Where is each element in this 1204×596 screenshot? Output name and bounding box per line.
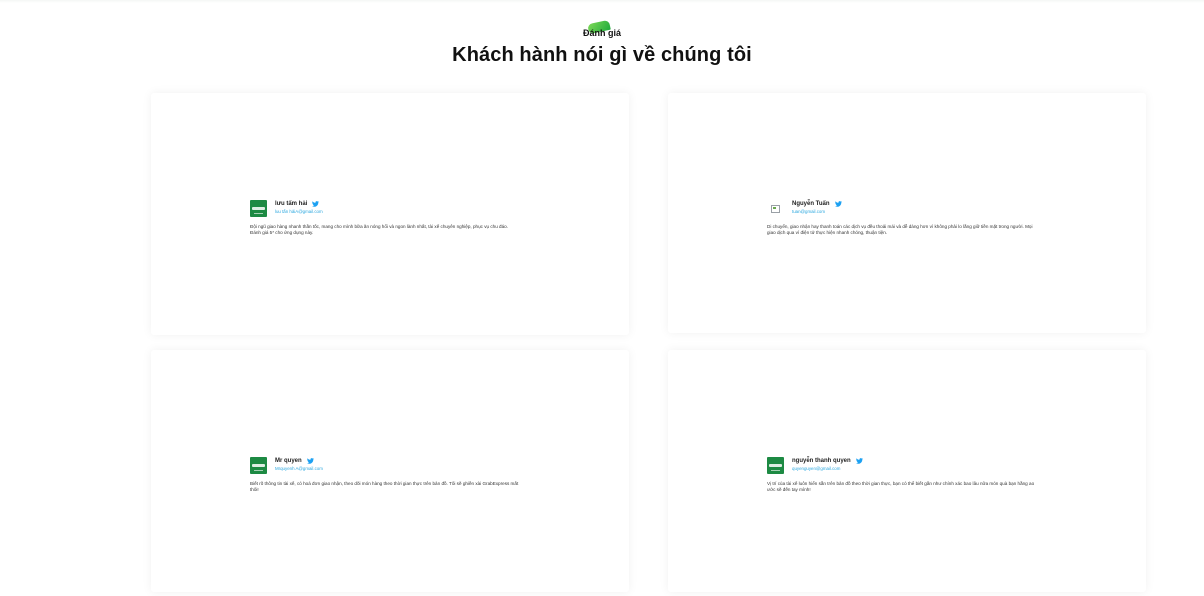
reviewer-name: lưu tấm hải [275, 201, 308, 207]
testimonial-card: Nguyễn Tuấn tuan@gmail.com Di chuyển, gi… [668, 93, 1146, 333]
reviewer-info: lưu tấm hải luu tấn hảiA@gmail.com [275, 200, 323, 214]
brand-logo-icon [767, 457, 784, 474]
reviewer-email: quyenguyen@gmail.com [792, 466, 841, 471]
testimonial-card: lưu tấm hải luu tấn hảiA@gmail.com Đội n… [151, 93, 629, 335]
top-divider [0, 0, 1204, 3]
reviewer: Nguyễn Tuấn tuan@gmail.com [767, 200, 1057, 218]
review-text: Đội ngũ giao hàng nhanh thần tốc, mang c… [250, 224, 508, 235]
testimonials-page: Đánh giá Khách hành nói gì về chúng tôi … [0, 0, 1204, 596]
twitter-icon[interactable] [312, 201, 320, 207]
reviewer-info: Nguyễn Tuấn tuan@gmail.com [792, 200, 842, 214]
review-content: Mr quyen Mrquyenh A@gmail.com Biết rõ th… [250, 457, 540, 492]
twitter-icon[interactable] [306, 458, 314, 464]
section-header: Đánh giá Khách hành nói gì về chúng tôi [0, 19, 1204, 67]
section-tag: Đánh giá [582, 19, 621, 38]
reviewer-name: nguyễn thanh quyen [792, 458, 851, 464]
review-content: lưu tấm hải luu tấn hảiA@gmail.com Đội n… [250, 200, 540, 235]
reviewer: Mr quyen Mrquyenh A@gmail.com [250, 457, 540, 475]
reviewer-email: Mrquyenh A@gmail.com [275, 466, 323, 471]
brand-logo-icon [250, 200, 267, 217]
twitter-icon[interactable] [834, 201, 842, 207]
twitter-icon[interactable] [855, 458, 863, 464]
reviewer-name: Nguyễn Tuấn [792, 201, 830, 207]
review-text: Di chuyển, giao nhận hay thanh toán các … [767, 224, 1033, 235]
reviewer: lưu tấm hải luu tấn hảiA@gmail.com [250, 200, 540, 218]
review-content: Nguyễn Tuấn tuan@gmail.com Di chuyển, gi… [767, 200, 1057, 235]
reviewer: nguyễn thanh quyen quyenguyen@gmail.com [767, 457, 1057, 475]
testimonial-card: nguyễn thanh quyen quyenguyen@gmail.com … [668, 350, 1146, 592]
review-content: nguyễn thanh quyen quyenguyen@gmail.com … [767, 457, 1057, 492]
reviewer-name: Mr quyen [275, 458, 302, 464]
testimonial-card: Mr quyen Mrquyenh A@gmail.com Biết rõ th… [151, 350, 629, 592]
brand-logo-icon [250, 457, 267, 474]
review-text: Biết rõ thông tin tài xế, có hoá đơn gia… [250, 481, 519, 492]
broken-image-icon [767, 200, 784, 217]
reviewer-email: tuan@gmail.com [792, 209, 826, 214]
section-title: Khách hành nói gì về chúng tôi [452, 44, 752, 66]
section-tag-label: Đánh giá [582, 28, 621, 38]
review-text: Vị trí của tài xế luôn hiển sẵn trên bản… [767, 481, 1035, 492]
reviewer-email: luu tấn hảiA@gmail.com [275, 209, 323, 214]
reviewer-info: Mr quyen Mrquyenh A@gmail.com [275, 457, 323, 471]
reviewer-info: nguyễn thanh quyen quyenguyen@gmail.com [792, 457, 863, 471]
